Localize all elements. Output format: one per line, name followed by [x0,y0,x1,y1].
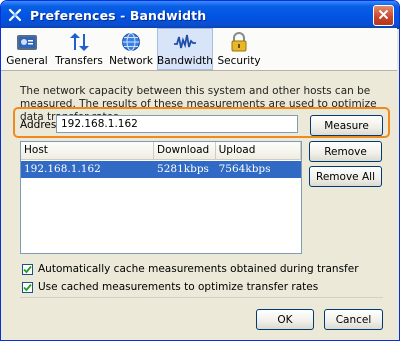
tab-general-label: General [6,55,48,67]
cell-download: 5281kbps [157,163,209,175]
checkmark-icon [23,265,32,273]
tab-transfers-label: Transfers [55,55,103,67]
use-cached-label: Use cached measurements to optimize tran… [38,281,319,293]
header-host[interactable]: Host [21,142,155,159]
general-icon [15,31,39,53]
header-download[interactable]: Download [154,142,216,159]
table-row[interactable]: 192.168.1.162 5281kbps 7564kbps [21,161,301,178]
cell-host: 192.168.1.162 [24,163,101,175]
table-header: Host Download Upload [21,142,301,160]
close-button[interactable] [373,5,394,26]
transfers-icon [67,31,91,53]
tab-bandwidth[interactable]: Bandwidth [157,28,213,70]
tab-general[interactable]: General [1,28,53,70]
auto-cache-option[interactable]: Automatically cache measurements obtaine… [22,263,359,275]
close-icon [378,9,389,23]
checkmark-icon [23,283,32,291]
tab-network[interactable]: Network [105,28,157,70]
tab-security[interactable]: Security [213,28,265,70]
remove-all-button[interactable]: Remove All [309,166,382,187]
header-upload[interactable]: Upload [216,142,301,159]
auto-cache-label: Automatically cache measurements obtaine… [38,263,359,275]
auto-cache-checkbox[interactable] [22,263,33,275]
app-icon [7,7,23,23]
use-cached-option[interactable]: Use cached measurements to optimize tran… [22,281,318,293]
preferences-toolbar: General Transfers Network Bandwidth Secu… [1,28,397,71]
window-title: Preferences - Bandwidth [30,7,207,23]
footer-divider [20,297,383,298]
cell-upload: 7564kbps [218,163,271,175]
network-icon [119,31,143,53]
tab-transfers[interactable]: Transfers [53,28,105,70]
measurements-table[interactable]: Host Download Upload 192.168.1.162 5281k… [20,141,302,254]
bandwidth-icon [173,31,197,53]
use-cached-checkbox[interactable] [22,281,33,293]
tab-network-label: Network [109,55,153,67]
title-bar[interactable]: Preferences - Bandwidth [1,1,399,29]
cancel-button[interactable]: Cancel [324,309,383,330]
remove-button[interactable]: Remove [309,141,382,162]
tab-security-label: Security [217,55,261,67]
lock-icon [227,31,251,53]
measure-button[interactable]: Measure [310,115,383,136]
address-input[interactable]: 192.168.1.162 [56,115,298,133]
ok-button[interactable]: OK [256,309,314,330]
tab-bandwidth-label: Bandwidth [157,55,213,67]
